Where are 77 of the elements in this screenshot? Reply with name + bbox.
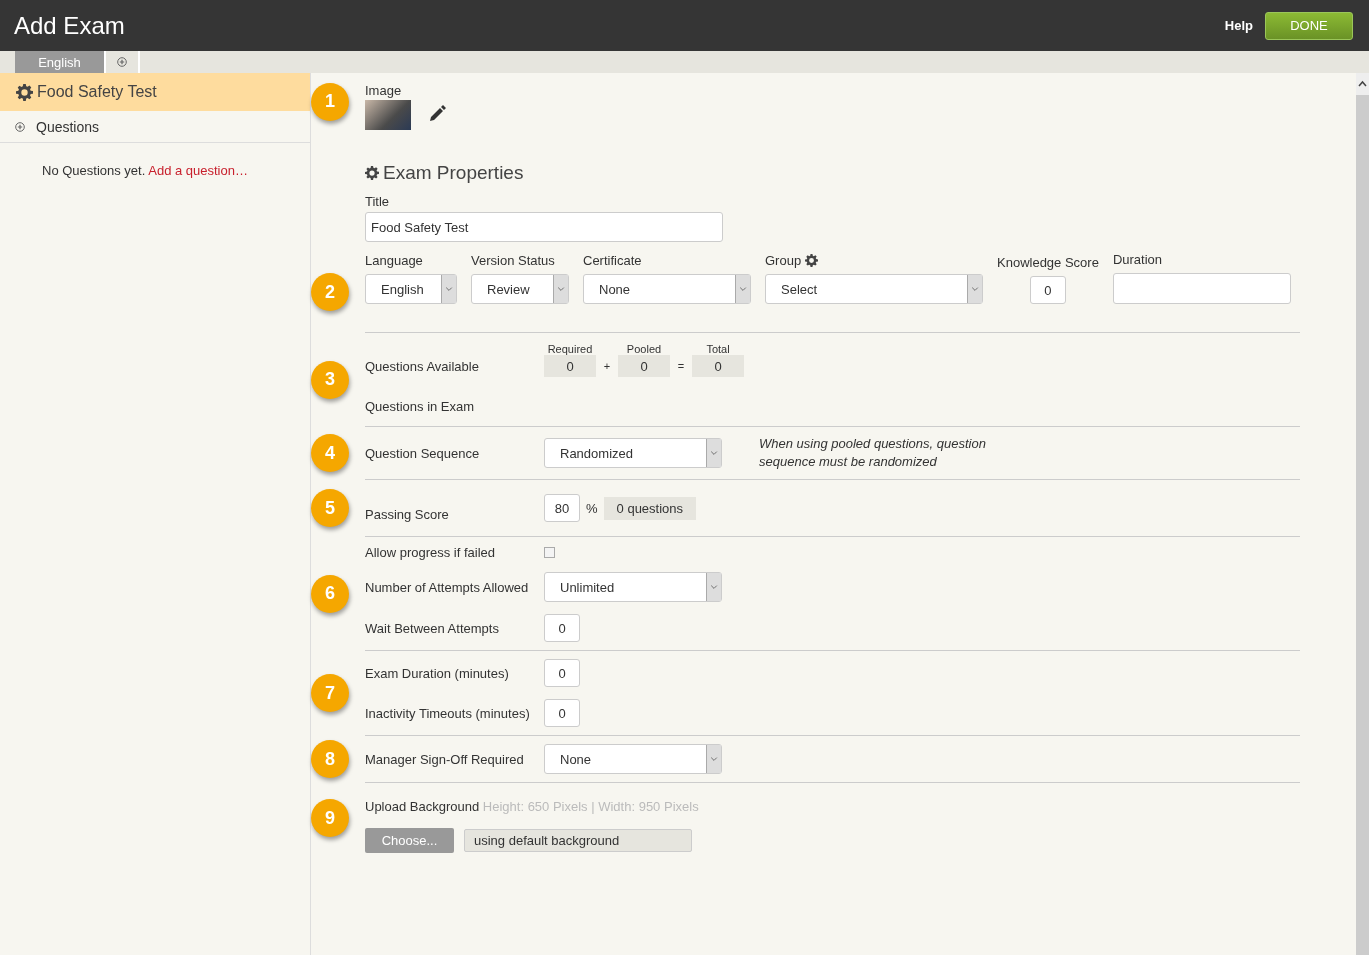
field-label: Question Sequence: [365, 445, 481, 461]
upload-label: Upload Background Height: 650 Pixels | Width: 950 Pixels: [365, 799, 700, 814]
select-field[interactable]: English: [365, 274, 457, 304]
caret-icon: [553, 275, 568, 303]
exam-item[interactable]: Food Safety Test: [0, 73, 310, 111]
number-field[interactable]: 0: [544, 614, 580, 642]
section-heading: Exam Properties: [383, 162, 524, 184]
field-label: Exam Duration (minutes): [365, 665, 510, 681]
text-field[interactable]: [1112, 273, 1291, 304]
file-field: using default background: [464, 829, 692, 852]
operator: +: [602, 360, 612, 372]
number-field[interactable]: 0: [1029, 276, 1066, 304]
step-badge: 3: [311, 360, 349, 399]
field-label: Certificate: [583, 253, 642, 268]
page-title: Add Exam: [14, 11, 126, 40]
field-label: Inactivity Timeouts (minutes): [365, 705, 531, 721]
field-label: Wait Between Attempts: [365, 620, 500, 636]
field-label: Manager Sign-Off Required: [365, 751, 525, 767]
caret-icon: [441, 275, 456, 303]
select-field[interactable]: Select: [765, 274, 983, 304]
select-field[interactable]: None: [583, 274, 751, 304]
field-label: Version Status: [471, 253, 555, 268]
photo-placeholder: [365, 100, 411, 130]
add-circle-icon[interactable]: [117, 57, 127, 67]
column-label: Total: [705, 343, 731, 355]
settings-icon: [805, 254, 819, 267]
field-label: Group: [765, 253, 802, 268]
caret-icon: [967, 275, 982, 303]
gear-icon: [16, 83, 33, 101]
step-badge: 1: [311, 82, 349, 121]
unit-label: %: [586, 500, 598, 516]
questions-item[interactable]: Questions: [36, 118, 100, 135]
field-label: Questions in Exam: [365, 399, 476, 414]
field-label: Language: [365, 253, 423, 268]
note-text: When using pooled questions, question sequence must be randomized: [759, 435, 987, 471]
step-badge: 4: [311, 434, 349, 472]
step-badge: 8: [311, 740, 349, 778]
step-badge: 2: [311, 273, 349, 311]
select-field[interactable]: None: [544, 744, 722, 774]
count-value: 0: [618, 355, 670, 377]
number-field[interactable]: 0: [544, 699, 580, 727]
field-label: Questions Available: [365, 358, 480, 374]
checkbox[interactable]: [544, 547, 555, 558]
caret-icon: [706, 745, 721, 773]
number-field[interactable]: 80: [544, 494, 580, 522]
field-label: Passing Score: [365, 507, 450, 522]
select-field[interactable]: Randomized: [544, 438, 722, 468]
gear-icon: [365, 166, 379, 180]
caret-icon: [706, 439, 721, 467]
column-label: Required: [546, 343, 594, 355]
field-label: Image: [365, 83, 403, 98]
operator: =: [676, 360, 686, 372]
select-field[interactable]: Unlimited: [544, 572, 722, 602]
caret-icon: [735, 275, 750, 303]
pencil-icon[interactable]: [427, 104, 447, 124]
title-field[interactable]: Food Safety Test: [365, 212, 723, 242]
field-label: Title: [365, 194, 391, 209]
empty-message: No Questions yet. Add a question…: [41, 162, 249, 178]
column-label: Pooled: [625, 343, 663, 355]
step-badge: 5: [311, 489, 349, 527]
question-count: 0 questions: [603, 496, 697, 520]
count-value: 0: [692, 355, 744, 377]
scroll-up-icon[interactable]: [1356, 73, 1369, 95]
add-circle-icon[interactable]: [15, 121, 25, 132]
field-label: Number of Attempts Allowed: [365, 579, 530, 595]
step-badge: 7: [311, 674, 349, 712]
add-question-link[interactable]: Add a question…: [148, 163, 248, 178]
step-badge: 9: [311, 799, 349, 837]
select-field[interactable]: Review: [471, 274, 569, 304]
caret-icon: [706, 573, 721, 601]
field-label: Allow progress if failed: [365, 545, 497, 560]
number-field[interactable]: 0: [544, 659, 580, 687]
count-value: 0: [544, 355, 596, 377]
field-label: Knowledge Score: [997, 255, 1099, 270]
help-link[interactable]: Help: [1224, 18, 1253, 33]
step-badge: 6: [311, 574, 349, 613]
field-label: Duration: [1112, 252, 1163, 267]
